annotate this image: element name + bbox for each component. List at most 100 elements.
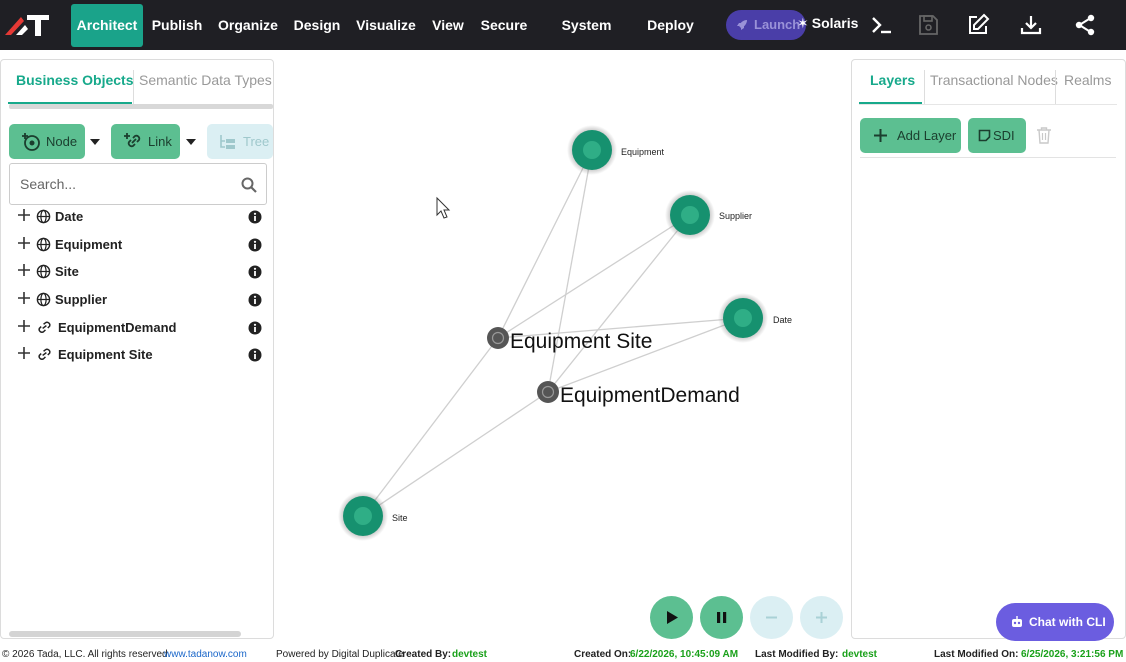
tab-realms[interactable]: Realms xyxy=(1064,72,1111,88)
expand-plus-icon[interactable] xyxy=(17,236,31,250)
globe-icon xyxy=(36,292,51,307)
link-icon xyxy=(38,321,51,333)
add-layer-button[interactable]: Add Layer xyxy=(860,118,961,153)
zoom-in-button[interactable] xyxy=(800,596,843,639)
nav-view[interactable]: View xyxy=(428,4,468,47)
info-icon[interactable] xyxy=(248,238,262,252)
expand-plus-icon[interactable] xyxy=(17,263,31,277)
tree-item-label: Site xyxy=(55,264,79,279)
tree-item-site[interactable]: Site xyxy=(17,261,265,283)
node-equipment[interactable]: Equipment xyxy=(567,125,665,175)
nav-design[interactable]: Design xyxy=(291,4,343,47)
tree-item-supplier[interactable]: Supplier xyxy=(17,289,265,311)
node-supplier[interactable]: Supplier xyxy=(665,190,752,240)
globe-icon xyxy=(36,209,51,224)
plus-icon xyxy=(816,612,827,623)
nav-publish[interactable]: Publish xyxy=(150,4,204,47)
link-icon xyxy=(38,348,51,360)
node-dropdown-caret-icon[interactable] xyxy=(90,139,100,145)
modified-on-label: Last Modified On: xyxy=(934,649,1019,660)
expand-plus-icon[interactable] xyxy=(17,208,31,222)
logo-icon[interactable] xyxy=(2,8,54,42)
tab-semantic-data-types[interactable]: Semantic Data Types xyxy=(139,72,272,88)
tree-item-date[interactable]: Date xyxy=(17,206,265,228)
info-icon[interactable] xyxy=(248,265,262,279)
sdi-button[interactable]: SDI xyxy=(968,118,1026,153)
share-icon[interactable] xyxy=(1073,13,1097,37)
tree-item-label: Date xyxy=(55,209,84,224)
download-icon[interactable] xyxy=(1019,13,1043,37)
tree-item-label: EquipmentDemand xyxy=(58,320,177,335)
save-icon[interactable] xyxy=(916,13,940,37)
business-objects-panel: Business Objects Semantic Data Types Nod… xyxy=(0,59,274,639)
tree-button[interactable]: Tree xyxy=(207,124,273,159)
search-icon[interactable] xyxy=(241,177,257,193)
graph-canvas[interactable]: Equipment Supplier Date Site Equipment S… xyxy=(275,52,850,652)
tab-divider xyxy=(133,70,134,104)
node-label: Equipment Site xyxy=(510,330,652,353)
tree-item-label: Equipment xyxy=(55,237,123,252)
edge xyxy=(497,214,691,339)
website-link[interactable]: www.tadanow.com xyxy=(164,649,247,660)
nav-system-check[interactable]: System Check xyxy=(540,4,633,76)
expand-plus-icon[interactable] xyxy=(17,346,31,360)
chat-with-cli-button[interactable]: Chat with CLI xyxy=(996,603,1114,641)
horizontal-scrollbar[interactable] xyxy=(9,631,241,637)
solaris-label: Solaris xyxy=(811,15,859,31)
tab-layers[interactable]: Layers xyxy=(870,72,915,88)
created-on-value: 6/22/2026, 10:45:09 AM xyxy=(630,649,739,660)
zoom-out-button[interactable] xyxy=(750,596,793,639)
expand-plus-icon[interactable] xyxy=(17,319,31,333)
nav-deploy[interactable]: Deploy xyxy=(644,4,697,47)
add-link-button[interactable]: Link xyxy=(111,124,180,159)
copyright-text: © 2026 Tada, LLC. All rights reserved. xyxy=(2,649,171,660)
trash-icon[interactable] xyxy=(1036,126,1052,144)
layers-panel: Layers Transactional Nodes Realms Add La… xyxy=(851,59,1126,639)
top-navigation-bar: Architect Publish Organize Design Visual… xyxy=(0,0,1126,76)
nav-organize[interactable]: Organize xyxy=(214,4,282,47)
launch-label: Launch xyxy=(754,17,801,32)
info-icon[interactable] xyxy=(248,293,262,307)
node-equipmentdemand[interactable]: EquipmentDemand xyxy=(537,381,740,407)
node-date[interactable]: Date xyxy=(718,293,792,343)
tree-item-equipment[interactable]: Equipment xyxy=(17,234,265,256)
plus-icon xyxy=(874,129,887,142)
tree-label: Tree xyxy=(243,134,270,149)
edge xyxy=(497,149,593,339)
nav-visualize[interactable]: Visualize xyxy=(354,4,418,47)
edge xyxy=(362,391,549,517)
tree-item-equipment-site[interactable]: Equipment Site xyxy=(17,344,265,366)
node-label: EquipmentDemand xyxy=(560,384,740,407)
node-label: Node xyxy=(46,134,78,149)
play-button[interactable] xyxy=(650,596,693,639)
pause-icon xyxy=(717,612,727,623)
node-equipment-site[interactable]: Equipment Site xyxy=(487,327,652,353)
created-by-label: Created By: xyxy=(395,649,452,660)
expand-plus-icon[interactable] xyxy=(17,291,31,305)
node-site[interactable]: Site xyxy=(338,491,408,541)
info-icon[interactable] xyxy=(248,210,262,224)
info-icon[interactable] xyxy=(248,348,262,362)
tree-icon xyxy=(220,135,235,149)
pause-button[interactable] xyxy=(700,596,743,639)
search-input[interactable] xyxy=(11,165,231,203)
tab-transactional-nodes[interactable]: Transactional Nodes xyxy=(930,72,1058,88)
tab-scrollbar[interactable] xyxy=(9,104,273,109)
sdi-label: SDI xyxy=(993,128,1015,143)
solaris-button[interactable]: ✶ Solaris xyxy=(797,15,858,32)
link-dropdown-caret-icon[interactable] xyxy=(186,139,196,145)
tab-business-objects[interactable]: Business Objects xyxy=(16,72,134,88)
edit-icon[interactable] xyxy=(966,13,990,37)
tree-item-equipmentdemand[interactable]: EquipmentDemand xyxy=(17,317,265,339)
tree-item-label: Supplier xyxy=(55,292,108,307)
terminal-icon[interactable] xyxy=(870,13,894,37)
robot-icon xyxy=(1012,616,1022,627)
nav-secure[interactable]: Secure xyxy=(479,4,529,47)
add-layer-label: Add Layer xyxy=(897,128,957,143)
nav-architect[interactable]: Architect xyxy=(71,4,143,47)
tree-item-label: Equipment Site xyxy=(58,347,153,362)
add-node-button[interactable]: Node xyxy=(9,124,85,159)
launch-button[interactable]: Launch xyxy=(726,10,806,40)
note-icon xyxy=(978,129,991,142)
info-icon[interactable] xyxy=(248,321,262,335)
